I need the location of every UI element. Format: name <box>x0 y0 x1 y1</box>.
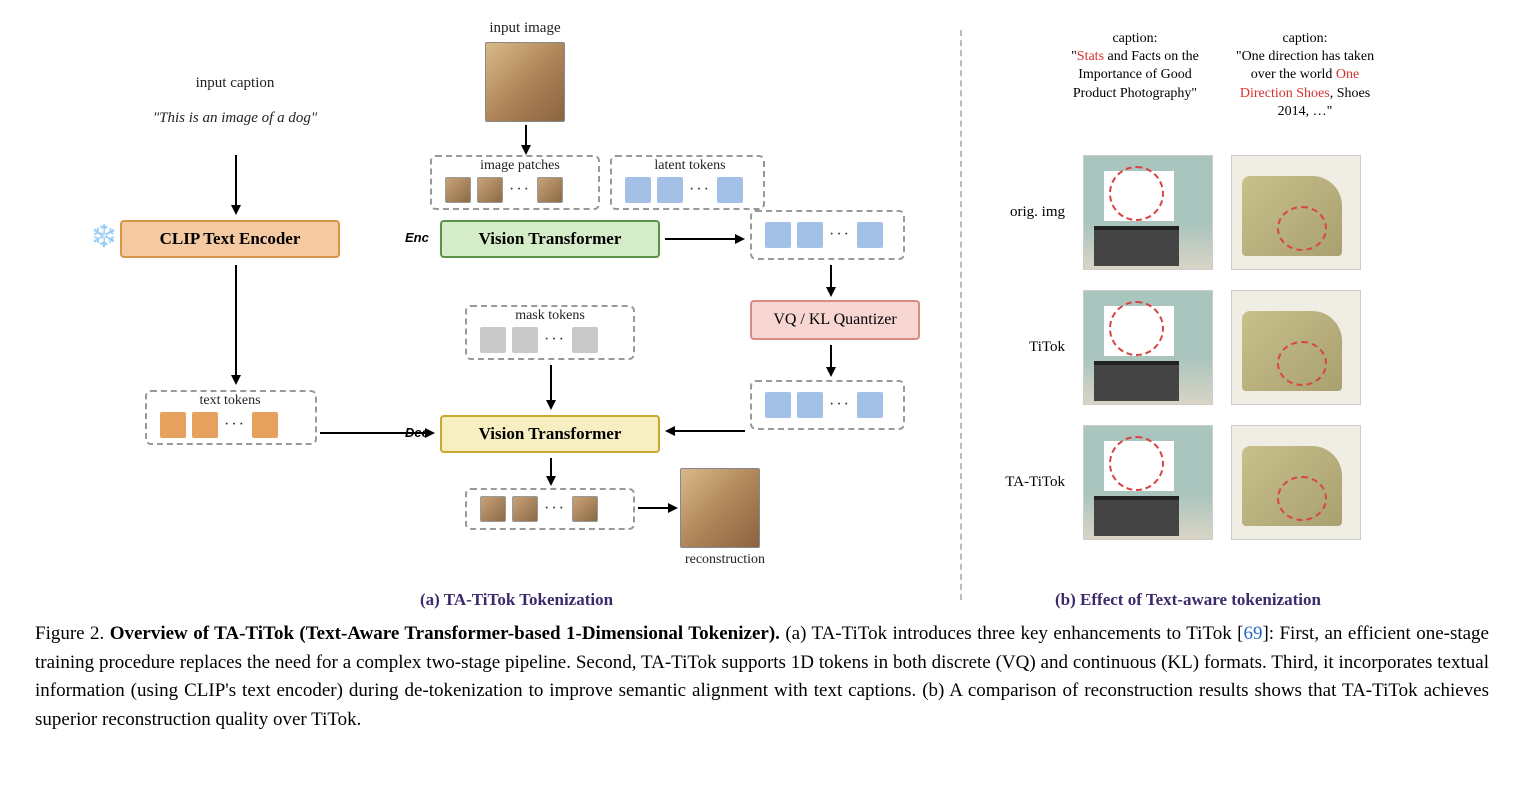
caption-col-1: caption: "Stats and Facts on the Importa… <box>1055 30 1215 103</box>
latent-token-row: ··· <box>625 177 743 203</box>
ellipsis-icon: ··· <box>544 331 566 349</box>
vision-transformer-encoder: Vision Transformer <box>440 220 660 258</box>
comparison-grid: orig. img TiTok <box>990 155 1361 560</box>
figure-caption: Figure 2. Overview of TA-TiTok (Text-Awa… <box>0 610 1524 754</box>
image-patch <box>572 496 598 522</box>
mask-token <box>512 327 538 353</box>
ellipsis-icon: ··· <box>829 226 851 244</box>
input-caption-text: "This is an image of a dog" <box>145 110 325 127</box>
input-image-label: input image <box>470 20 580 37</box>
enc-label: Enc <box>405 230 429 245</box>
quantizer-block: VQ / KL Quantizer <box>750 300 920 340</box>
ellipsis-icon: ··· <box>829 396 851 414</box>
result-image <box>1231 425 1361 540</box>
image-patch <box>512 496 538 522</box>
quant-output-row: ··· <box>765 392 883 418</box>
mask-tokens-label: mask tokens <box>500 308 600 324</box>
mask-token <box>572 327 598 353</box>
panel-a-diagram: input caption "This is an image of a dog… <box>30 20 950 600</box>
arrow-dec-to-patches <box>545 458 557 486</box>
ellipsis-icon: ··· <box>224 416 246 434</box>
row-label: TA-TiTok <box>990 474 1065 491</box>
image-patch <box>480 496 506 522</box>
result-image <box>1083 290 1213 405</box>
arrow-enc-to-tokens <box>665 233 745 245</box>
row-label: orig. img <box>990 204 1065 221</box>
arrow-clip-to-tokens <box>230 265 242 385</box>
enc-output-row: ··· <box>765 222 883 248</box>
text-token <box>160 412 186 438</box>
result-image <box>1083 425 1213 540</box>
mask-token-row: ··· <box>480 327 598 353</box>
panel-b-subtitle: (b) Effect of Text-aware tokenization <box>1055 590 1321 610</box>
result-image <box>1231 155 1361 270</box>
figure-label: Figure 2. <box>35 623 104 644</box>
arrow-quant-to-dec <box>665 425 745 437</box>
latent-token <box>765 222 791 248</box>
arrow-mask-to-dec <box>545 365 557 410</box>
snowflake-icon: ❄️ <box>90 223 117 249</box>
image-patches-label: image patches <box>465 158 575 174</box>
output-patch-row: ··· <box>480 496 598 522</box>
input-image-thumb <box>485 42 565 122</box>
latent-token <box>797 222 823 248</box>
text-token <box>192 412 218 438</box>
latent-tokens-label: latent tokens <box>640 158 740 174</box>
result-image <box>1083 155 1213 270</box>
comparison-row-orig: orig. img <box>990 155 1361 270</box>
dec-label: Dec <box>405 425 429 440</box>
ellipsis-icon: ··· <box>689 181 711 199</box>
latent-token <box>765 392 791 418</box>
latent-token <box>717 177 743 203</box>
image-patch <box>537 177 563 203</box>
text-token <box>252 412 278 438</box>
mask-token <box>480 327 506 353</box>
highlight-circle-icon <box>1277 476 1327 521</box>
clip-text-encoder-block: CLIP Text Encoder <box>120 220 340 258</box>
caption-text-1: (a) TA-TiTok introduces three key enhanc… <box>780 623 1244 644</box>
arrow-quant-to-tokens <box>825 345 837 377</box>
figure-title: Overview of TA-TiTok (Text-Aware Transfo… <box>110 623 780 644</box>
highlight-circle-icon <box>1277 341 1327 386</box>
arrow-to-quantizer <box>825 265 837 297</box>
panel-a-subtitle: (a) TA-TiTok Tokenization <box>420 590 613 610</box>
latent-token <box>657 177 683 203</box>
result-image <box>1231 290 1361 405</box>
comparison-row-tatitok: TA-TiTok <box>990 425 1361 540</box>
latent-token <box>625 177 651 203</box>
text-tokens-label: text tokens <box>180 393 280 409</box>
highlight-circle-icon <box>1109 301 1164 356</box>
ellipsis-icon: ··· <box>509 181 531 199</box>
highlight-circle-icon <box>1109 436 1164 491</box>
latent-token <box>857 392 883 418</box>
comparison-row-titok: TiTok <box>990 290 1361 405</box>
panel-b-comparison: caption: "Stats and Facts on the Importa… <box>950 20 1450 600</box>
arrow-patches-to-recon <box>638 502 678 514</box>
arrow-caption-to-clip <box>230 155 242 215</box>
image-patch <box>445 177 471 203</box>
latent-token <box>797 392 823 418</box>
reference-link[interactable]: 69 <box>1243 623 1262 644</box>
reconstruction-label: reconstruction <box>675 552 775 568</box>
ellipsis-icon: ··· <box>544 500 566 518</box>
reconstruction-thumb <box>680 468 760 548</box>
caption-col-2: caption: "One direction has taken over t… <box>1225 30 1385 121</box>
patch-token-row: ··· <box>445 177 563 203</box>
text-token-row: ··· <box>160 412 278 438</box>
vision-transformer-decoder: Vision Transformer <box>440 415 660 453</box>
highlight-circle-icon <box>1277 206 1327 251</box>
image-patch <box>477 177 503 203</box>
arrow-img-to-patches <box>520 125 532 155</box>
row-label: TiTok <box>990 339 1065 356</box>
input-caption-label: input caption <box>170 75 300 92</box>
latent-token <box>857 222 883 248</box>
highlight-circle-icon <box>1109 166 1164 221</box>
